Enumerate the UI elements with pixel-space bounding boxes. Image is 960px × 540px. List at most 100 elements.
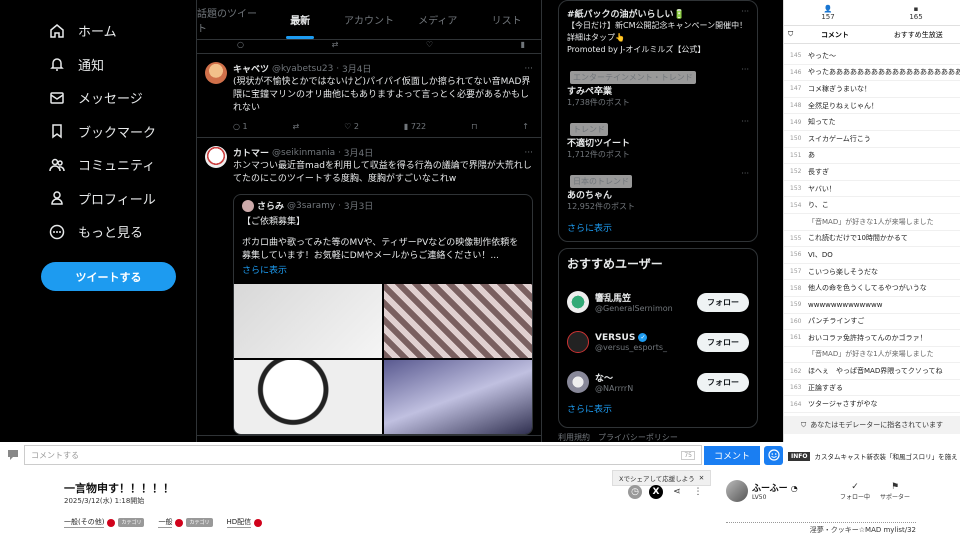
comment-row[interactable]: 158 他人の命を色うくしてるやつがいうな [784, 280, 960, 297]
more-options-icon[interactable]: ··· [741, 7, 749, 16]
tweet[interactable]: カトマー @seikinmania · 3月4日 ··· ホンマつい最近音mad… [197, 138, 541, 436]
comment-list[interactable]: 145 やった〜 146 やったあああああああああああああああああああああ 147 コメ稼… [784, 44, 960, 416]
comment-row[interactable]: 162 ほへぇ やっぱ音MAD界隈ってクソってね [784, 363, 960, 380]
tag-item[interactable]: 一般(その他) カテゴリ [64, 517, 145, 528]
trend-item[interactable]: エンターテインメント・トレンド すみぺ卒業 1,738件のポスト ··· [567, 65, 749, 108]
comment-row[interactable]: 156 VI、DO [784, 247, 960, 264]
promoted-trend[interactable]: #紙パックの油がいらしい🔋 【今日だけ】新CM公開記念キャンペーン開催中！詳細は… [567, 7, 749, 56]
avatar[interactable] [205, 62, 227, 84]
views-button[interactable]: ▮ 722 [404, 122, 426, 131]
comment-row[interactable]: 「音MAD」が好きな1人が来場しました [784, 214, 960, 231]
more-options-icon[interactable]: ··· [741, 65, 749, 74]
tab-comments[interactable]: コメント [793, 30, 876, 40]
recommended-user[interactable]: な〜 @NArrrrN フォロー [567, 362, 749, 402]
more-options-icon[interactable]: ··· [524, 64, 533, 74]
quoted-tweet[interactable]: さらみ @3saramy · 3月3日 【ご依頼募集】 ボカロ曲や歌ってみた等の… [233, 194, 533, 435]
reply-icon[interactable]: ○ [237, 40, 244, 53]
show-more-link[interactable]: さらに表示 [234, 263, 532, 284]
recommended-user[interactable]: VERSUS ✓ @versus_esports_ フォロー [567, 322, 749, 362]
timeline[interactable]: 話題のツイート 最新 アカウント メディア リスト ○ ⇄ ♡ ▮ キャベツ @… [196, 0, 542, 442]
clock-icon[interactable]: ◷ [628, 485, 642, 499]
more-options-icon[interactable]: ··· [524, 148, 533, 158]
chat-icon[interactable] [4, 446, 22, 464]
follow-button[interactable]: フォロー [697, 292, 749, 312]
share-icon[interactable]: ↑ [522, 122, 529, 131]
comment-row[interactable]: 146 やったあああああああああああああああああああああ [784, 65, 960, 82]
comment-row[interactable]: 145 やった〜 [784, 48, 960, 65]
tab-latest[interactable]: 最新 [266, 0, 335, 39]
tab-media[interactable]: メディア [403, 0, 472, 39]
retweet-icon[interactable]: ⇄ [293, 122, 300, 131]
more-options-icon[interactable]: ··· [741, 169, 749, 178]
tweet[interactable]: キャベツ @kyabetsu23 · 3月4日 ··· (現状が不愉快とかではな… [197, 54, 541, 138]
nav-messages[interactable]: メッセージ [40, 81, 190, 115]
comment-row[interactable]: 154 り、こ [784, 197, 960, 214]
trend-item[interactable]: トレンド 不適切ツイート 1,712件のポスト ··· [567, 117, 749, 160]
tweet-button[interactable]: ツイートする [41, 262, 176, 291]
views-icon[interactable]: ▮ [521, 40, 525, 53]
comment-row[interactable]: 159 wwwwwwwwwwwww [784, 297, 960, 314]
comment-row[interactable]: 161 おいコラァ免許持ってんのかゴラァ！ [784, 330, 960, 347]
emoji-icon[interactable] [764, 445, 783, 465]
like-button[interactable]: ♡ 2 [344, 122, 359, 131]
close-icon[interactable]: ✕ [699, 474, 704, 482]
follow-button[interactable]: ✓ フォロー中 [840, 482, 870, 501]
nav-communities[interactable]: コミュニティ [40, 148, 190, 182]
recommended-user[interactable]: 響乱馬笠 @GeneralSernimon フォロー [567, 282, 749, 322]
tweet-author-handle[interactable]: @seikinmania [272, 148, 335, 158]
quote-media-grid[interactable] [234, 284, 532, 434]
more-options-icon[interactable]: ⋮ [691, 485, 705, 499]
follow-button[interactable]: フォロー [697, 332, 749, 352]
comment-row[interactable]: 「音MAD」が好きな1人が来場しました [784, 347, 960, 364]
recommend-show-more[interactable]: さらに表示 [567, 402, 749, 415]
tweet-author-name[interactable]: カトマー [233, 146, 269, 159]
comment-row[interactable]: 147 コメ稼ぎうまいな！ [784, 81, 960, 98]
more-options-icon[interactable]: ··· [741, 117, 749, 126]
trends-show-more[interactable]: さらに表示 [567, 221, 749, 234]
avatar[interactable] [205, 146, 227, 168]
nav-more[interactable]: もっと見る [40, 215, 190, 249]
x-logo-icon[interactable]: X [649, 485, 663, 499]
nav-home[interactable]: ホーム [40, 14, 190, 48]
nav-bookmarks[interactable]: ブックマーク [40, 115, 190, 149]
comment-row[interactable]: 151 あ [784, 148, 960, 165]
follow-button[interactable]: フォロー [697, 372, 749, 392]
comment-submit-button[interactable]: コメント [704, 445, 760, 465]
media-image[interactable] [234, 284, 382, 358]
tweet-date[interactable]: 3月4日 [344, 146, 373, 159]
comment-row[interactable]: 160 パンチラインすご [784, 314, 960, 331]
avatar[interactable] [726, 480, 748, 502]
comment-row[interactable]: 157 こいつら楽しそうだな [784, 264, 960, 281]
tweet-author-handle[interactable]: @kyabetsu23 [272, 64, 333, 74]
comment-row[interactable]: 155 これ読むだけで10時間かかるて [784, 231, 960, 248]
tab-top[interactable]: 話題のツイート [197, 0, 266, 39]
tab-lists[interactable]: リスト [472, 0, 541, 39]
tag-item[interactable]: 一般 カテゴリ [158, 517, 213, 528]
tweet-date[interactable]: 3月4日 [342, 62, 371, 75]
retweet-icon[interactable]: ⇄ [332, 40, 339, 53]
supporter-button[interactable]: ⚑ サポーター [880, 482, 910, 501]
media-image[interactable] [234, 360, 382, 434]
comment-row[interactable]: 152 長すぎ [784, 164, 960, 181]
comment-row[interactable]: 150 スイカゲーム行こう [784, 131, 960, 148]
video-player[interactable]: ホーム 通知 メッセージ ブックマーク コミュニティ プロフィール もっと見る … [0, 0, 783, 442]
footer-links[interactable]: 利用規約 プライバシーポリシー [558, 432, 758, 442]
trend-item[interactable]: 日本のトレンド あのちゃん 12,952件のポスト ··· [567, 169, 749, 212]
comment-row[interactable]: 149 知ってた [784, 114, 960, 131]
broadcaster-info[interactable]: ふーふー ◔ LV50 [726, 480, 798, 502]
share-icon[interactable]: ⋖ [670, 485, 684, 499]
comment-row[interactable]: 163 正論すぎる [784, 380, 960, 397]
info-ticker[interactable]: INFO カスタムキャスト新衣装「和風ゴスロリ」を施え [788, 447, 960, 465]
bookmark-icon[interactable]: ⊓ [471, 122, 477, 131]
media-image[interactable] [384, 360, 532, 434]
nav-notifications[interactable]: 通知 [40, 48, 190, 82]
comment-row[interactable]: 164 ツタージャさすがやな [784, 396, 960, 414]
comment-row[interactable]: 148 全然足りねぇじゃん！ [784, 98, 960, 115]
tab-accounts[interactable]: アカウント [335, 0, 404, 39]
comment-row[interactable]: 153 ヤバい！ [784, 181, 960, 198]
tab-recommended-live[interactable]: おすすめ生放送 [877, 30, 960, 40]
media-image[interactable] [384, 284, 532, 358]
tag-item[interactable]: HD配信 [226, 517, 263, 528]
nav-profile[interactable]: プロフィール [40, 182, 190, 216]
reply-button[interactable]: ○ 1 [233, 122, 248, 131]
